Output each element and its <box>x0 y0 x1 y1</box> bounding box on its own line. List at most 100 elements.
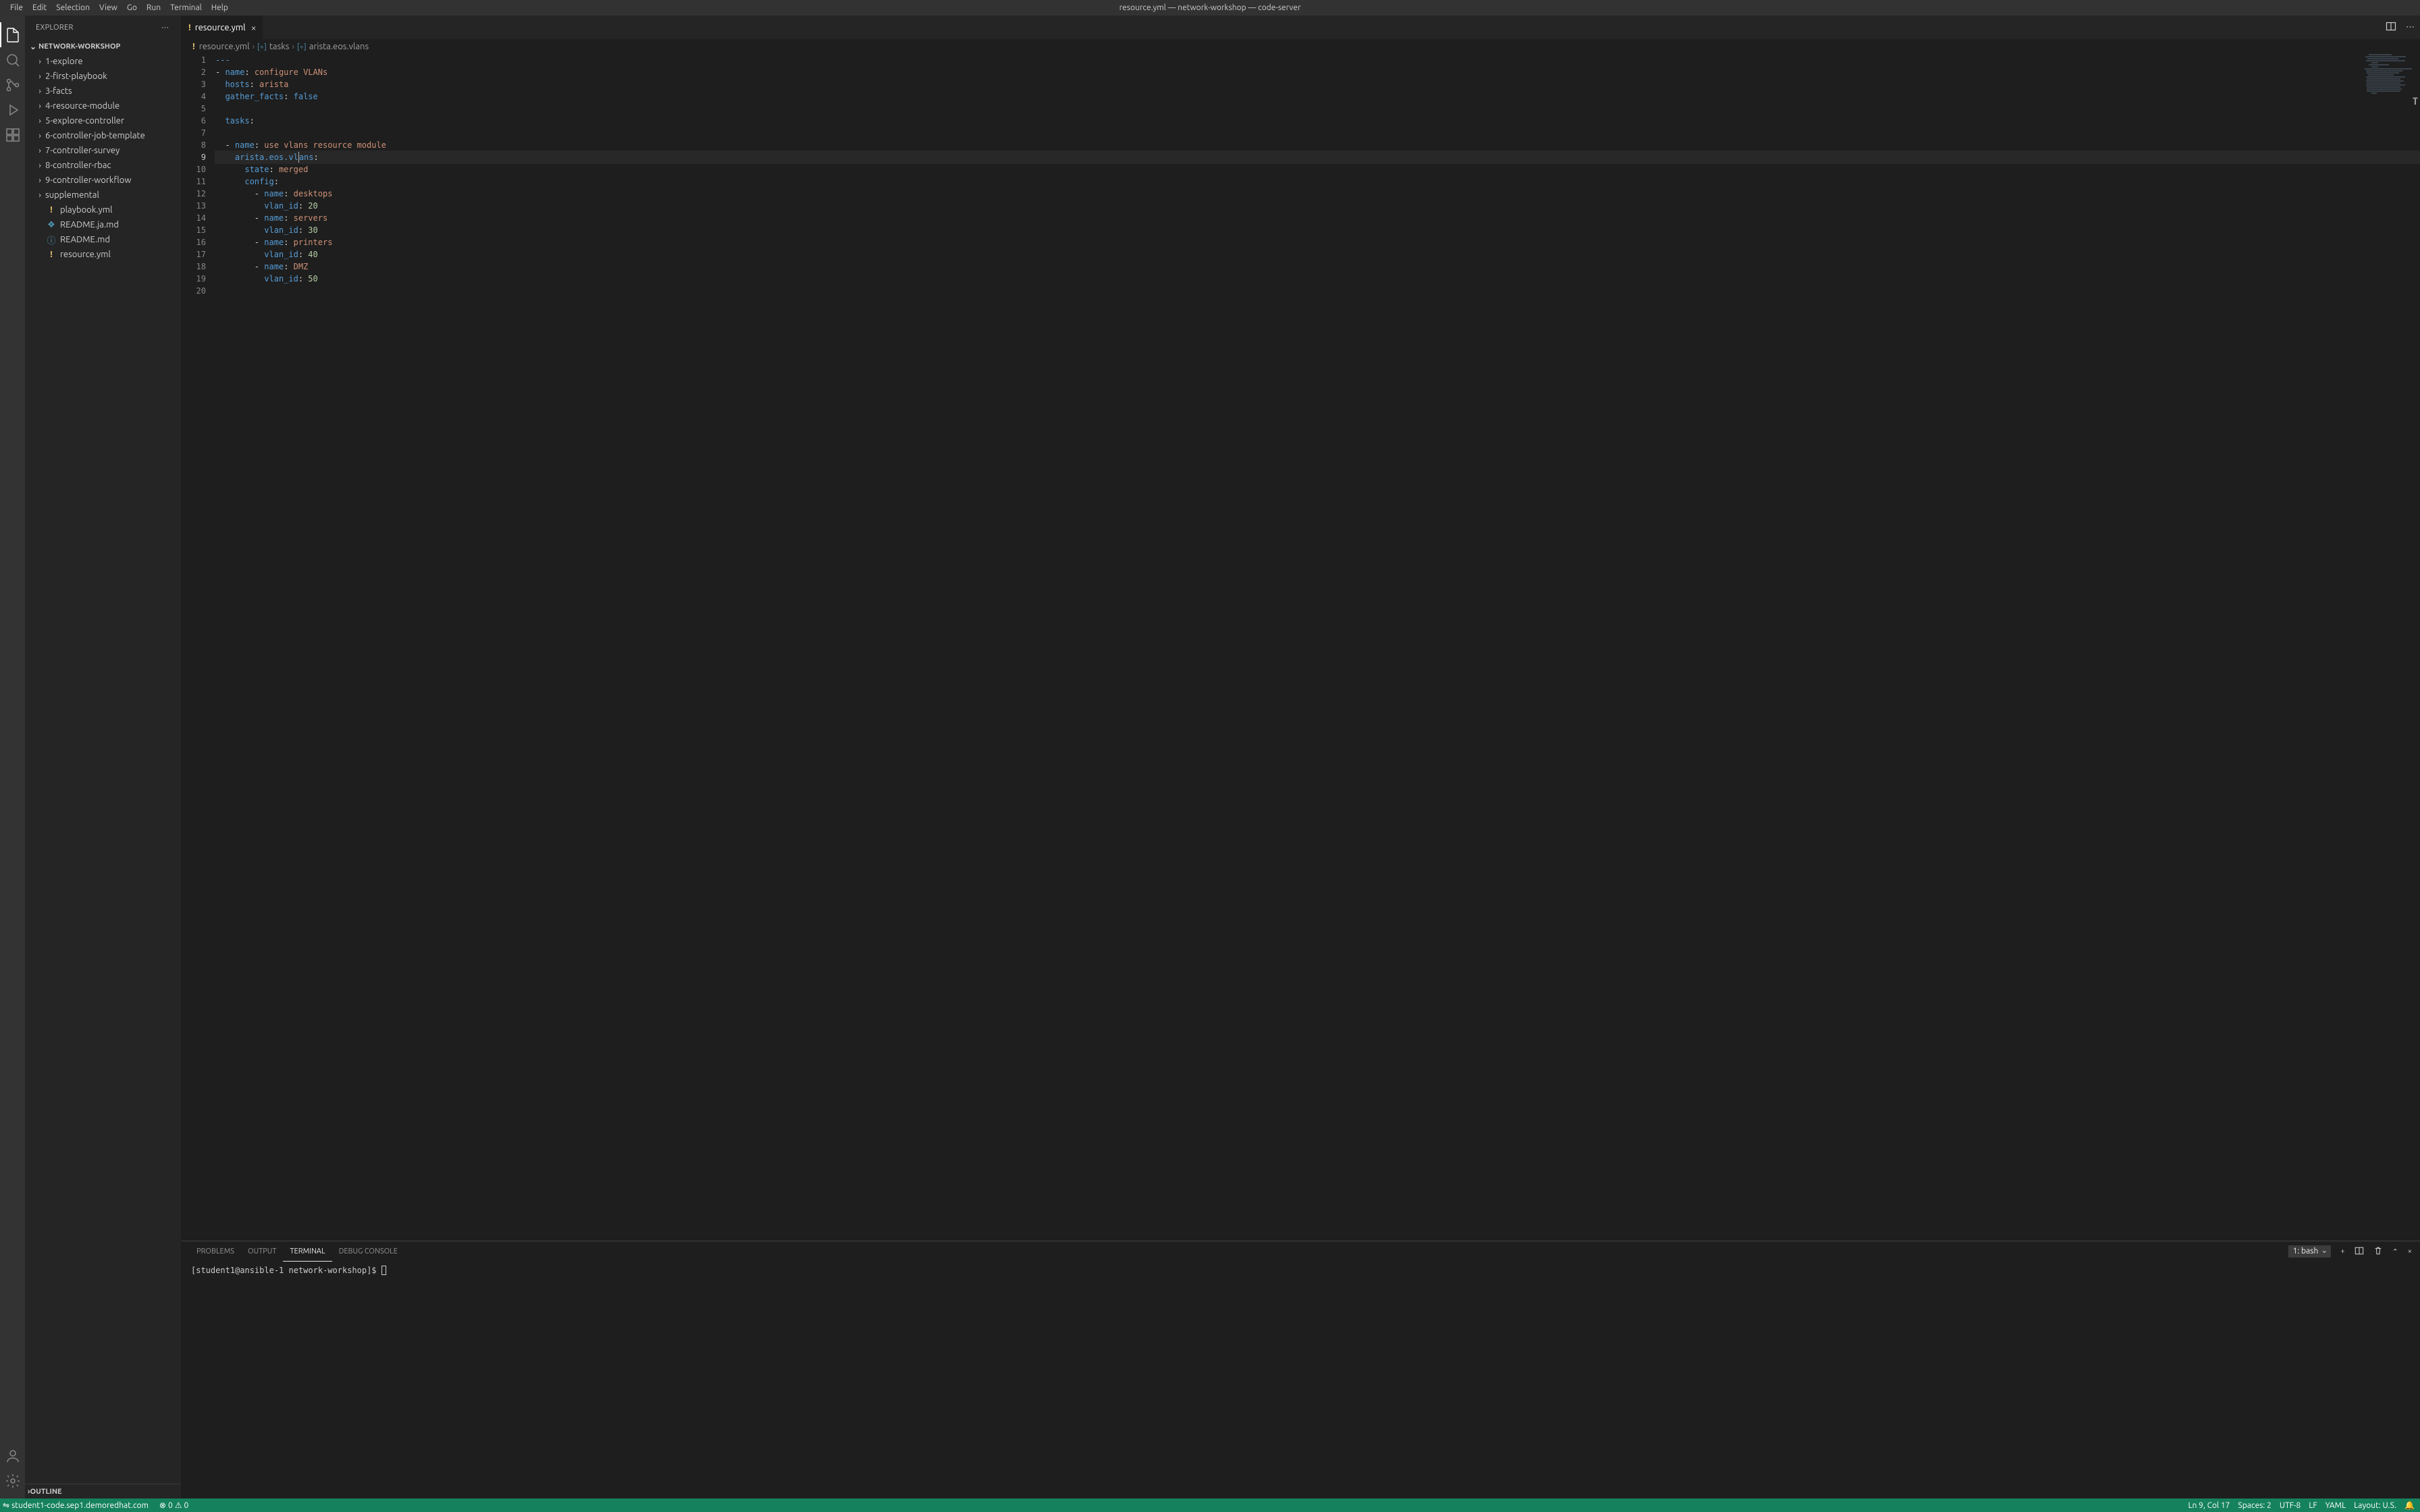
terminal-selector[interactable]: 1: bash <box>2288 1245 2332 1258</box>
chevron-right-icon: › <box>34 72 45 81</box>
tree-label: 9-controller-workflow <box>45 176 131 185</box>
keyboard-layout[interactable]: Layout: U.S. <box>2354 1501 2396 1510</box>
tree-label: 7-controller-survey <box>45 146 120 155</box>
file-item[interactable]: !resource.yml <box>25 247 181 262</box>
folder-item[interactable]: ›5-explore-controller <box>25 113 181 128</box>
folder-item[interactable]: ›supplemental <box>25 188 181 202</box>
run-debug-icon[interactable] <box>0 97 25 122</box>
folder-item[interactable]: ›7-controller-survey <box>25 143 181 158</box>
tree-label: README.ja.md <box>60 220 119 230</box>
terminal-body[interactable]: [student1@ansible-1 network-workshop]$ <box>182 1262 2420 1498</box>
chevron-right-icon: › <box>34 117 45 126</box>
remote-host: student1-code.sep1.demoredhat.com <box>11 1501 149 1510</box>
tree-label: 6-controller-job-template <box>45 131 145 140</box>
problems-status[interactable]: ⊗ 0 ⚠ 0 <box>159 1501 188 1510</box>
editor[interactable]: 1234567891011121314151617181920 ---- nam… <box>182 54 2420 1241</box>
language-mode[interactable]: YAML <box>2325 1501 2346 1510</box>
chevron-down-icon: ⌄ <box>28 42 38 51</box>
chevron-right-icon: › <box>34 132 45 140</box>
sidebar: EXPLORER ⋯ ⌄ NETWORK-WORKSHOP ›1-explore… <box>25 16 182 1498</box>
encoding[interactable]: UTF-8 <box>2280 1501 2300 1510</box>
tree-label: 2-first-playbook <box>45 72 107 81</box>
folder-item[interactable]: ›3-facts <box>25 84 181 99</box>
more-actions-icon[interactable]: ⋯ <box>2406 22 2415 32</box>
tree-label: 3-facts <box>45 86 72 96</box>
tab-label: resource.yml <box>195 23 246 32</box>
sidebar-header: EXPLORER ⋯ <box>25 16 181 39</box>
chevron-right-icon: › <box>34 146 45 155</box>
breadcrumbs[interactable]: ! resource.yml › [∘] tasks › [∘] arista.… <box>182 39 2420 54</box>
tree-label: 8-controller-rbac <box>45 161 111 170</box>
menu-help[interactable]: Help <box>207 3 233 12</box>
window-title: resource.yml — network-workshop — code-s… <box>1120 3 1301 12</box>
sidebar-title: EXPLORER <box>36 24 74 32</box>
warning-count: 0 <box>184 1501 189 1510</box>
remote-indicator[interactable]: ⇋ student1-code.sep1.demoredhat.com <box>0 1501 151 1510</box>
folder-item[interactable]: ›6-controller-job-template <box>25 128 181 143</box>
tree-label: resource.yml <box>60 250 111 259</box>
search-icon[interactable] <box>0 47 25 72</box>
folder-item[interactable]: ›2-first-playbook <box>25 69 181 84</box>
title-bar: File Edit Selection View Go Run Terminal… <box>0 0 2420 16</box>
tab-resource-yml[interactable]: ! resource.yml × <box>182 16 263 39</box>
sidebar-actions[interactable]: ⋯ <box>161 23 170 32</box>
close-icon[interactable]: × <box>251 22 257 33</box>
workspace-header[interactable]: ⌄ NETWORK-WORKSHOP <box>25 39 181 54</box>
extensions-icon[interactable] <box>0 122 25 147</box>
tree-label: playbook.yml <box>60 205 112 215</box>
panel-tab-problems[interactable]: PROBLEMS <box>190 1241 241 1262</box>
panel-tabs: PROBLEMS OUTPUT TERMINAL DEBUG CONSOLE 1… <box>182 1241 2420 1262</box>
folder-item[interactable]: ›9-controller-workflow <box>25 173 181 188</box>
indentation[interactable]: Spaces: 2 <box>2238 1501 2271 1510</box>
split-terminal-icon[interactable] <box>2355 1246 2364 1258</box>
explorer-icon[interactable] <box>0 22 25 47</box>
panel-tab-terminal[interactable]: TERMINAL <box>283 1241 332 1262</box>
chevron-right-icon: › <box>34 161 45 170</box>
menu-file[interactable]: File <box>5 3 28 12</box>
file-item[interactable]: ⓘREADME.md <box>25 232 181 247</box>
error-count: 0 <box>168 1501 173 1510</box>
file-item[interactable]: ❖README.ja.md <box>25 217 181 232</box>
file-item[interactable]: !playbook.yml <box>25 202 181 217</box>
maximize-panel-icon[interactable]: ⌃ <box>2392 1247 2398 1256</box>
close-panel-icon[interactable]: × <box>2408 1247 2412 1256</box>
chevron-right-icon: › <box>34 57 45 66</box>
eol[interactable]: LF <box>2309 1501 2317 1510</box>
breadcrumb-symbol[interactable]: arista.eos.vlans <box>309 42 369 51</box>
panel-tab-output[interactable]: OUTPUT <box>241 1241 283 1262</box>
notifications-icon[interactable]: 🔔 <box>2404 1501 2415 1510</box>
folder-item[interactable]: ›4-resource-module <box>25 99 181 113</box>
menu-bar: File Edit Selection View Go Run Terminal… <box>5 3 233 12</box>
folder-item[interactable]: ›8-controller-rbac <box>25 158 181 173</box>
kill-terminal-icon[interactable] <box>2373 1246 2383 1258</box>
source-control-icon[interactable] <box>0 72 25 97</box>
info-icon: ⓘ <box>45 234 57 246</box>
menu-terminal[interactable]: Terminal <box>165 3 207 12</box>
tree-label: supplemental <box>45 190 99 200</box>
chevron-right-icon: › <box>292 43 294 51</box>
cursor-position[interactable]: Ln 9, Col 17 <box>2188 1501 2230 1510</box>
error-icon: ⊗ <box>159 1501 166 1510</box>
folder-item[interactable]: ›1-explore <box>25 54 181 69</box>
breadcrumb-file[interactable]: resource.yml <box>199 42 250 51</box>
menu-go[interactable]: Go <box>122 3 142 12</box>
tree-label: 1-explore <box>45 57 83 66</box>
minimap[interactable] <box>2357 54 2411 81</box>
breadcrumb-tasks[interactable]: tasks <box>269 42 290 51</box>
outline-header[interactable]: › OUTLINE <box>25 1484 181 1498</box>
new-terminal-icon[interactable]: + <box>2340 1247 2344 1256</box>
panel-tab-debug[interactable]: DEBUG CONSOLE <box>332 1241 404 1262</box>
terminal-prompt: [student1@ansible-1 network-workshop]$ <box>191 1266 382 1275</box>
chevron-right-icon: › <box>34 87 45 96</box>
scrollbar-marker: T <box>2411 97 2420 109</box>
menu-run[interactable]: Run <box>142 3 165 12</box>
markdown-icon: ❖ <box>45 219 57 231</box>
split-editor-icon[interactable] <box>2386 21 2396 34</box>
account-icon[interactable] <box>0 1443 25 1468</box>
code-area[interactable]: ---- name: configure VLANs hosts: arista… <box>215 54 2420 1241</box>
yaml-icon: ! <box>45 204 57 216</box>
menu-view[interactable]: View <box>95 3 122 12</box>
manage-icon[interactable] <box>0 1468 25 1493</box>
menu-edit[interactable]: Edit <box>28 3 51 12</box>
menu-selection[interactable]: Selection <box>51 3 95 12</box>
